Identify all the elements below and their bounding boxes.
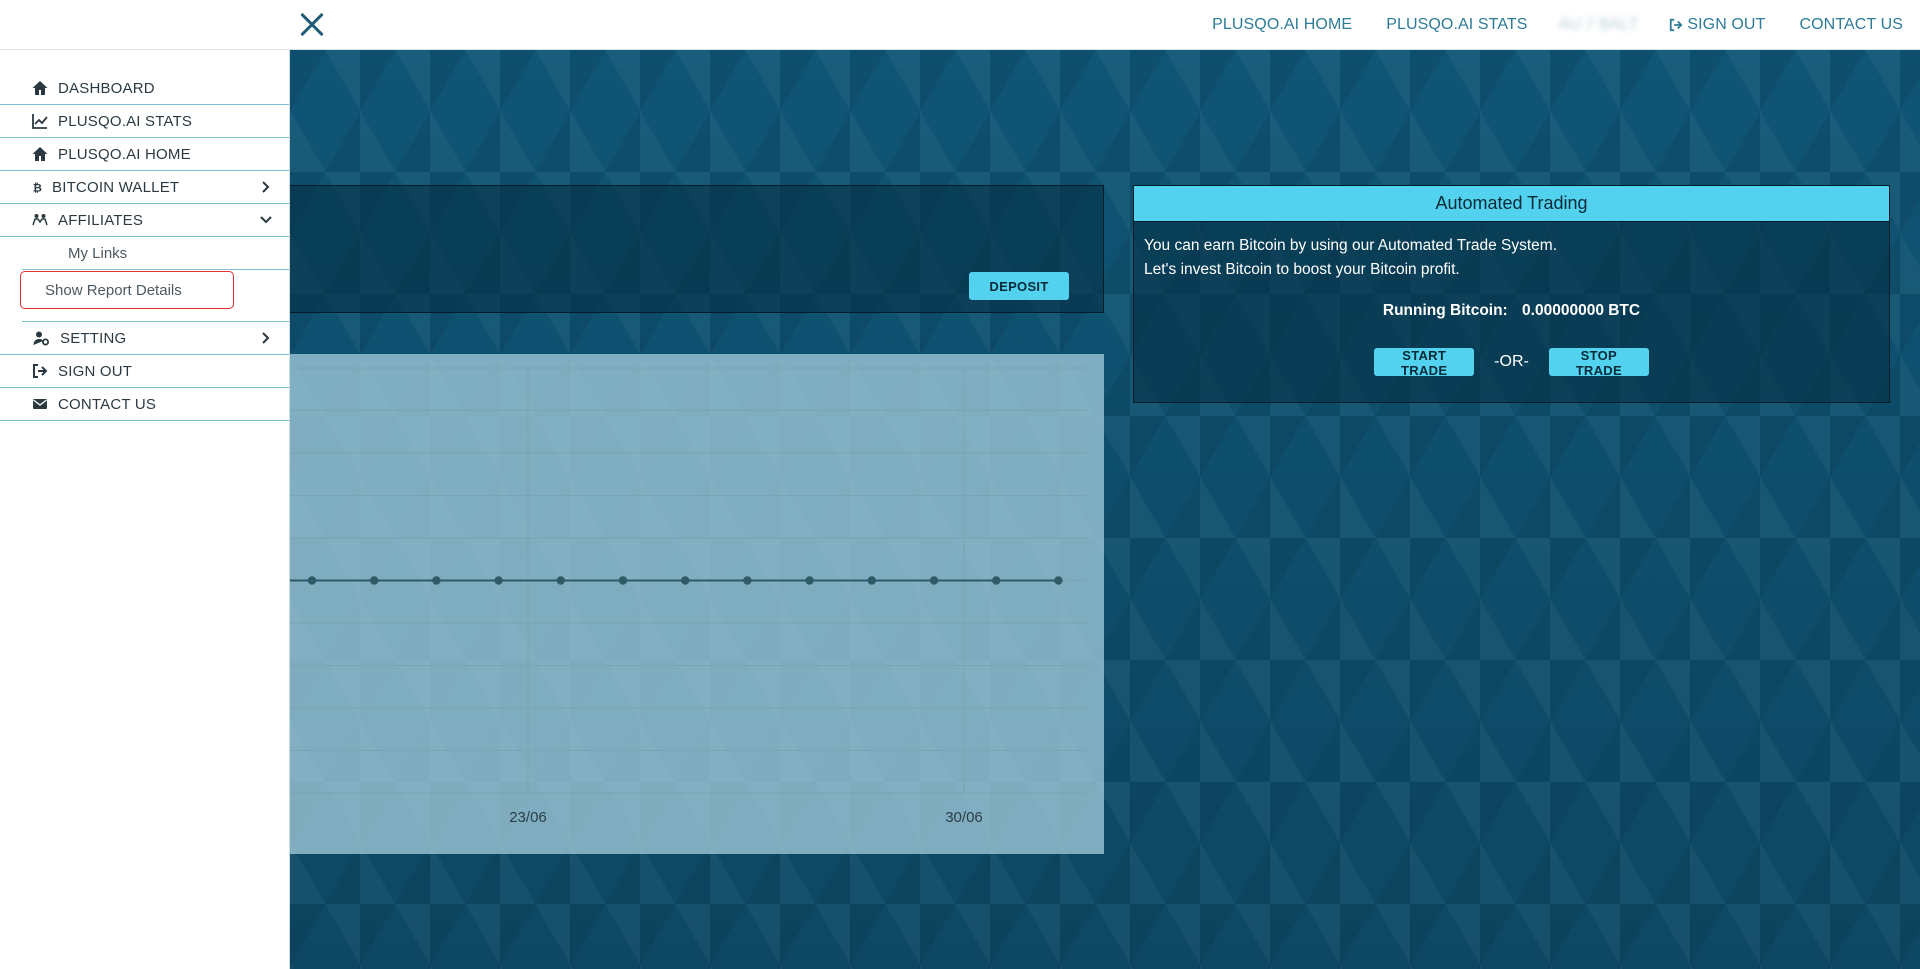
envelope-icon: [33, 399, 47, 409]
line-chart-icon: [32, 114, 48, 129]
trading-title: Automated Trading: [1134, 186, 1889, 222]
sidebar-item-dashboard[interactable]: DASHBOARD: [0, 72, 289, 105]
sidebar-item-plusqo-stats[interactable]: PLUSQO.AI STATS: [0, 105, 289, 138]
topnav-sign-out-label: SIGN OUT: [1687, 16, 1766, 33]
bitcoin-icon: ₿: [33, 183, 42, 195]
sidebar-item-affiliates[interactable]: AFFILIATES: [0, 204, 289, 237]
topnav-plusqo-stats[interactable]: PLUSQO.AI STATS: [1386, 16, 1527, 34]
chart-data-point: [556, 576, 565, 585]
close-menu-icon[interactable]: [296, 9, 328, 41]
sidebar: DASHBOARD PLUSQO.AI STATS PLUSQO.AI HOME…: [0, 50, 290, 969]
sidebar-item-label: BITCOIN WALLET: [52, 178, 180, 196]
top-bar: PLUSQO.AI HOME PLUSQO.AI STATS AU 7 BALT…: [0, 0, 1920, 50]
topnav-contact-us[interactable]: CONTACT US: [1799, 16, 1903, 34]
deposit-button[interactable]: DEPOSIT: [969, 272, 1069, 300]
chart-svg: 23/06 30/06: [290, 367, 1087, 826]
users-icon: [32, 214, 48, 226]
sidebar-item-plusqo-home[interactable]: PLUSQO.AI HOME: [0, 138, 289, 171]
topnav-sign-out[interactable]: SIGN OUT: [1669, 16, 1765, 34]
sidebar-item-label: PLUSQO.AI STATS: [58, 112, 193, 130]
trading-body: You can earn Bitcoin by using our Automa…: [1134, 222, 1889, 388]
chevron-right-icon: [262, 332, 270, 344]
sidebar-item-bitcoin-wallet[interactable]: ₿ BITCOIN WALLET: [0, 171, 289, 204]
chart-data-point: [992, 576, 1001, 585]
sidebar-item-label: SIGN OUT: [58, 362, 133, 380]
trading-description-line2: Let's invest Bitcoin to boost your Bitco…: [1144, 261, 1460, 278]
sidebar-item-sign-out[interactable]: SIGN OUT: [0, 355, 289, 388]
chart-data-point: [743, 576, 752, 585]
running-bitcoin-value: 0.00000000 BTC: [1522, 302, 1641, 319]
user-cog-icon: [33, 331, 49, 346]
sign-out-icon: [33, 364, 48, 378]
top-nav: PLUSQO.AI HOME PLUSQO.AI STATS AU 7 BALT…: [1195, 0, 1920, 50]
chart-data-point: [929, 576, 939, 585]
chart-data-point: [805, 576, 814, 585]
trading-description-line1: You can earn Bitcoin by using our Automa…: [1144, 237, 1558, 254]
sidebar-subitem-label: Show Report Details: [45, 281, 182, 299]
sign-out-icon: [1670, 18, 1683, 32]
chart-data-point: [307, 576, 317, 585]
home-icon: [32, 81, 48, 95]
topnav-plusqo-home[interactable]: PLUSQO.AI HOME: [1212, 16, 1352, 34]
trade-actions: START TRADE -OR- STOP TRADE: [1144, 348, 1879, 378]
chart-x-tick-label: 23/06: [509, 809, 547, 826]
topnav-user-name[interactable]: AU 7 BALT: [1559, 16, 1639, 34]
home-icon: [32, 147, 48, 161]
chart-x-tick-label: 30/06: [945, 809, 983, 826]
stop-trade-button[interactable]: STOP TRADE: [1548, 348, 1649, 378]
sidebar-item-label: SETTING: [60, 329, 127, 347]
sidebar-item-setting[interactable]: SETTING: [0, 322, 289, 355]
sidebar-item-label: AFFILIATES: [58, 211, 144, 229]
chart-data-point: [370, 576, 379, 585]
running-bitcoin-label: Running Bitcoin:: [1382, 302, 1508, 319]
sidebar-item-label: CONTACT US: [58, 395, 157, 413]
chart-data-point: [618, 576, 628, 585]
chevron-right-icon: [262, 181, 270, 193]
sidebar-subitem-my-links[interactable]: My Links: [22, 237, 289, 270]
profit-chart: 23/06 30/06: [290, 354, 1104, 854]
running-bitcoin: Running Bitcoin: 0.00000000 BTC: [1144, 299, 1879, 323]
svg-text:₿: ₿: [33, 183, 42, 195]
or-separator: -OR-: [1494, 353, 1529, 370]
submenu-divider: [22, 310, 289, 322]
chart-data-point: [1054, 576, 1063, 585]
sidebar-item-label: PLUSQO.AI HOME: [58, 145, 191, 163]
chart-data-point: [681, 576, 690, 585]
account-panel: DEPOSIT: [290, 185, 1104, 313]
chart-data-point: [432, 576, 441, 585]
sidebar-subitem-label: My Links: [68, 244, 128, 262]
start-trade-button[interactable]: START TRADE: [1374, 348, 1475, 378]
sidebar-subitem-show-report-details[interactable]: Show Report Details: [20, 271, 234, 309]
chevron-down-icon: [260, 216, 272, 224]
sidebar-item-contact-us[interactable]: CONTACT US: [0, 388, 289, 421]
sidebar-menu: DASHBOARD PLUSQO.AI STATS PLUSQO.AI HOME…: [0, 72, 289, 421]
automated-trading-panel: Automated Trading You can earn Bitcoin b…: [1133, 185, 1890, 403]
chart-data-point: [867, 576, 876, 585]
sidebar-item-label: DASHBOARD: [58, 79, 155, 97]
chart-data-point: [494, 576, 503, 585]
